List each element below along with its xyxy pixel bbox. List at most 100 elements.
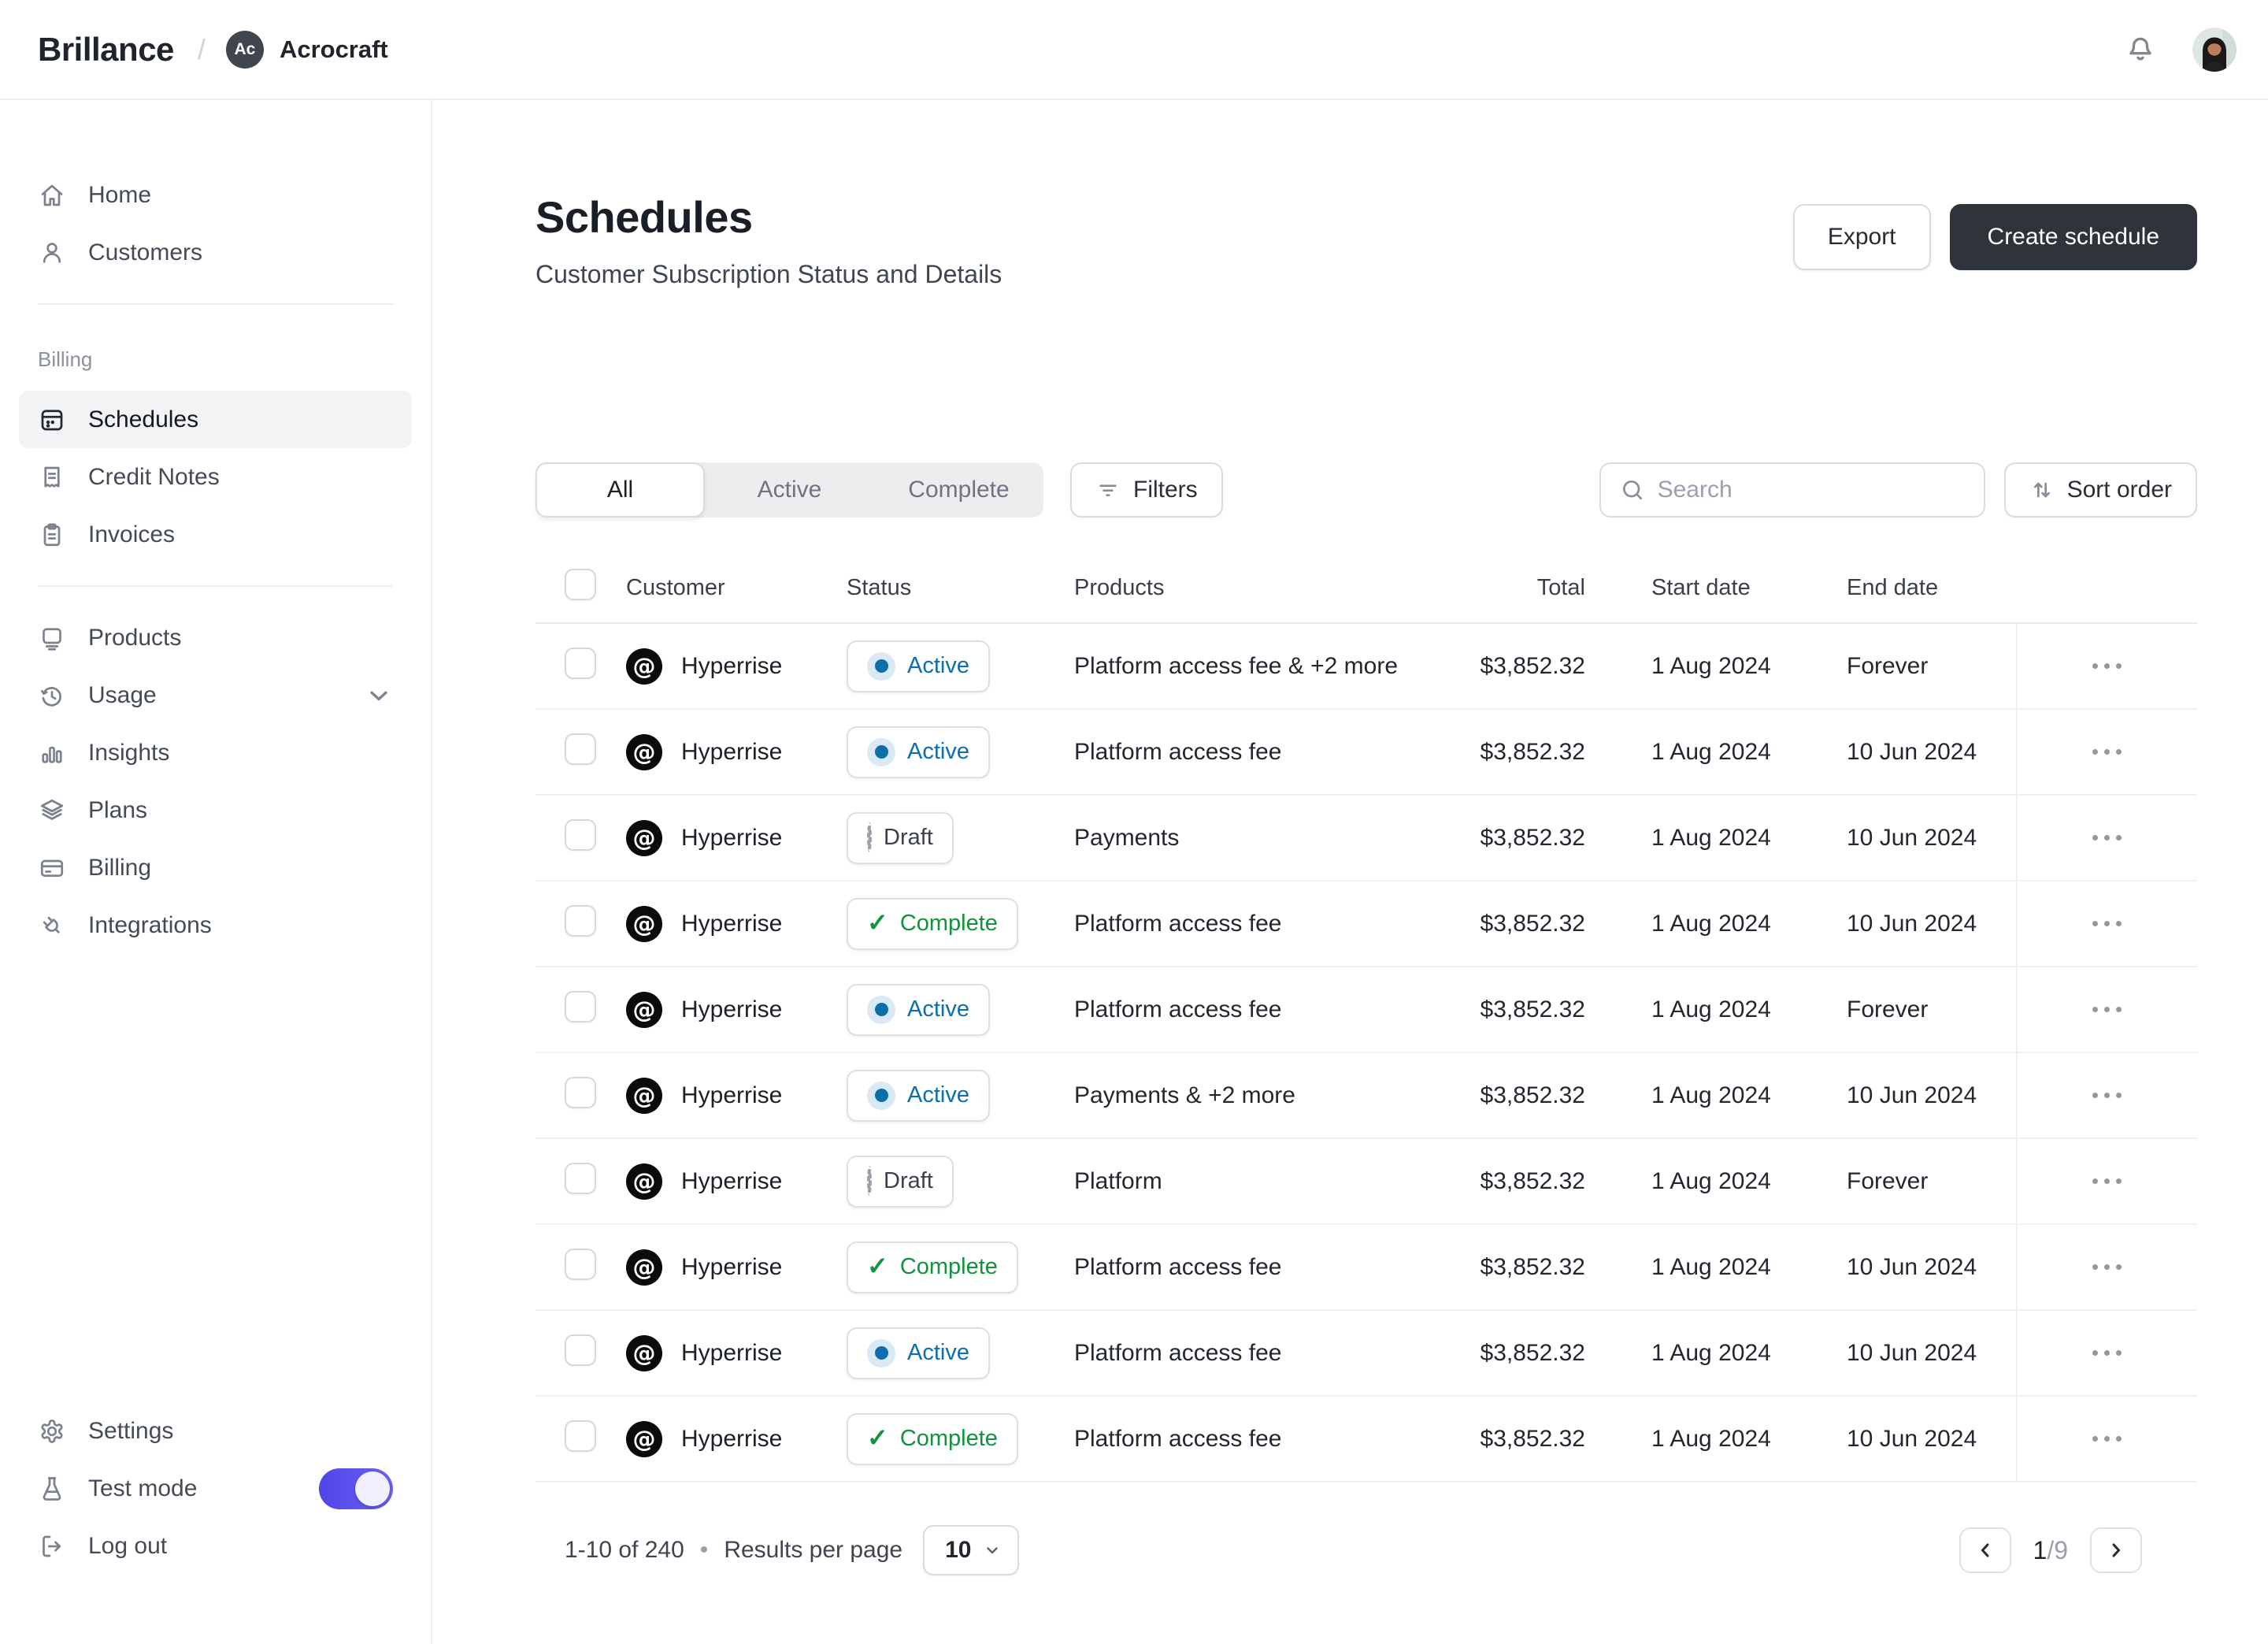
sidebar-item-billing[interactable]: Billing	[19, 839, 412, 896]
filter-icon	[1095, 477, 1121, 503]
status-label: Draft	[884, 1168, 933, 1194]
breadcrumb-org[interactable]: Ac Acrocraft	[226, 31, 388, 69]
filters-button[interactable]: Filters	[1070, 462, 1223, 518]
products-cell: Payments & +2 more	[1074, 1082, 1441, 1109]
sidebar-item-usage[interactable]: Usage	[19, 666, 412, 724]
current-page: 1	[2033, 1536, 2048, 1564]
test-mode-icon	[38, 1475, 66, 1503]
billing-icon	[38, 854, 66, 882]
row-actions-button[interactable]	[2081, 999, 2133, 1020]
tab-complete[interactable]: Complete	[874, 462, 1043, 518]
row-actions-button[interactable]	[2081, 1256, 2133, 1278]
svg-text:@: @	[633, 825, 656, 852]
svg-text:@: @	[633, 739, 656, 766]
total-cell: $3,852.32	[1441, 911, 1585, 937]
sort-order-button[interactable]: Sort order	[2004, 462, 2197, 518]
table-row: @ Hyperrise ✓ Complete Platform access f…	[536, 881, 2197, 967]
search-input[interactable]	[1658, 477, 1965, 503]
sidebar-item-log-out[interactable]: Log out	[19, 1517, 412, 1575]
draft-ring-icon	[867, 822, 872, 852]
row-checkbox[interactable]	[565, 1163, 596, 1194]
sidebar-item-settings[interactable]: Settings	[19, 1402, 412, 1460]
per-page-select[interactable]: 10	[923, 1525, 1018, 1575]
sidebar-item-credit-notes[interactable]: Credit Notes	[19, 448, 412, 506]
create-schedule-button[interactable]: Create schedule	[1950, 204, 2197, 270]
logout-icon	[38, 1532, 66, 1561]
status-label: Complete	[900, 1254, 998, 1280]
sidebar-item-invoices[interactable]: Invoices	[19, 506, 412, 563]
usage-icon	[38, 681, 66, 710]
draft-ring-icon	[867, 1166, 872, 1196]
check-icon: ✓	[867, 908, 888, 937]
row-checkbox[interactable]	[565, 905, 596, 937]
end-date-cell: 10 Jun 2024	[1847, 1254, 2016, 1281]
row-actions-button[interactable]	[2081, 655, 2133, 677]
row-checkbox[interactable]	[565, 991, 596, 1022]
credit-notes-icon	[38, 463, 66, 492]
customers-icon	[38, 239, 66, 267]
row-checkbox[interactable]	[565, 733, 596, 765]
row-checkbox[interactable]	[565, 1249, 596, 1280]
sidebar-item-customers[interactable]: Customers	[19, 224, 412, 281]
previous-page-button[interactable]	[1959, 1527, 2011, 1573]
row-actions-button[interactable]	[2081, 827, 2133, 848]
page-title: Schedules	[536, 191, 1002, 243]
table-row: @ Hyperrise Draft Payments $3,852.32 1 A…	[536, 796, 2197, 881]
customer-name: Hyperrise	[681, 996, 782, 1023]
customer-logo-icon: @	[626, 1421, 662, 1457]
row-actions-button[interactable]	[2081, 1428, 2133, 1449]
row-checkbox[interactable]	[565, 1077, 596, 1108]
products-cell: Platform access fee	[1074, 739, 1441, 766]
row-checkbox[interactable]	[565, 1334, 596, 1366]
sidebar-item-integrations[interactable]: Integrations	[19, 896, 412, 954]
active-dot-icon	[867, 996, 895, 1024]
row-checkbox[interactable]	[565, 648, 596, 679]
sidebar-item-schedules[interactable]: Schedules	[19, 391, 412, 448]
active-dot-icon	[867, 1082, 895, 1110]
row-checkbox[interactable]	[565, 819, 596, 851]
total-cell: $3,852.32	[1441, 996, 1585, 1023]
bell-icon[interactable]	[2123, 30, 2158, 69]
toggle-knob	[355, 1471, 390, 1506]
sidebar-item-plans[interactable]: Plans	[19, 781, 412, 839]
row-actions-button[interactable]	[2081, 741, 2133, 763]
table-row: @ Hyperrise ✓ Complete Platform access f…	[536, 1397, 2197, 1483]
start-date-cell: 1 Aug 2024	[1585, 1082, 1847, 1109]
tab-active[interactable]: Active	[705, 462, 874, 518]
schedules-icon	[38, 406, 66, 434]
products-cell: Platform access fee	[1074, 996, 1441, 1023]
user-avatar[interactable]	[2192, 28, 2236, 72]
total-cell: $3,852.32	[1441, 1082, 1585, 1109]
next-page-button[interactable]	[2090, 1527, 2142, 1573]
row-checkbox[interactable]	[565, 1420, 596, 1452]
plans-icon	[38, 796, 66, 825]
row-actions-button[interactable]	[2081, 913, 2133, 934]
home-icon	[38, 181, 66, 210]
status-badge: Active	[847, 1070, 990, 1122]
products-cell: Platform access fee	[1074, 1254, 1441, 1281]
end-date-cell: 10 Jun 2024	[1847, 1426, 2016, 1453]
test-mode-toggle[interactable]	[319, 1468, 393, 1509]
tab-all[interactable]: All	[536, 462, 705, 518]
page-subtitle: Customer Subscription Status and Details	[536, 260, 1002, 289]
page-indicator: 1/9	[2033, 1536, 2068, 1565]
products-cell: Platform access fee	[1074, 1340, 1441, 1367]
integrations-icon	[38, 911, 66, 940]
sidebar-item-insights[interactable]: Insights	[19, 724, 412, 781]
row-actions-button[interactable]	[2081, 1342, 2133, 1364]
status-label: Active	[907, 1082, 969, 1108]
column-header-products: Products	[1074, 575, 1441, 601]
total-cell: $3,852.32	[1441, 1426, 1585, 1453]
breadcrumb-separator: /	[198, 33, 206, 66]
sidebar-item-products[interactable]: Products	[19, 609, 412, 666]
status-badge: ✓ Complete	[847, 898, 1018, 950]
chevron-down-icon	[365, 681, 393, 710]
sidebar-item-home[interactable]: Home	[19, 166, 412, 224]
sidebar-item-test-mode[interactable]: Test mode	[19, 1460, 412, 1517]
row-actions-button[interactable]	[2081, 1085, 2133, 1106]
per-page-value: 10	[945, 1537, 971, 1564]
select-all-checkbox[interactable]	[565, 569, 596, 600]
row-actions-button[interactable]	[2081, 1171, 2133, 1192]
column-header-end-date: End date	[1847, 575, 2016, 601]
export-button[interactable]: Export	[1793, 204, 1931, 270]
